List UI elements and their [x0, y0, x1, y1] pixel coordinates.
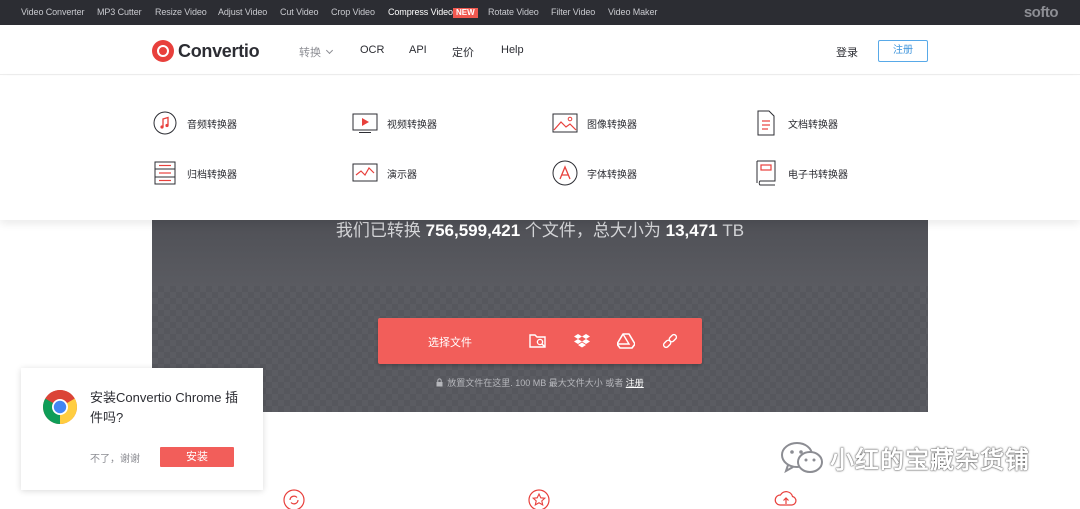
nav-ocr[interactable]: OCR	[360, 44, 384, 56]
popup-message: 安装Convertio Chrome 插件吗?	[90, 390, 239, 425]
topbar-link-rotate-video[interactable]: Rotate Video	[488, 7, 539, 17]
register-button[interactable]: 注册	[878, 40, 928, 62]
star-icon	[528, 489, 550, 509]
video-icon	[352, 110, 378, 136]
main-nav: Convertio 转换 OCR API 定价 Help 登录 注册	[0, 25, 1080, 75]
drop-hint: 放置文件在这里. 100 MB 最大文件大小 或者 注册	[152, 376, 928, 389]
menu-item-label: 视频转换器	[387, 119, 437, 131]
watermark: 小红的宝藏杂货铺	[780, 440, 1030, 475]
menu-item-font[interactable]: 字体转换器	[552, 160, 637, 186]
refresh-icon	[283, 489, 305, 509]
archive-icon	[152, 160, 178, 186]
menu-item-label: 演示器	[387, 169, 417, 181]
new-badge: NEW	[453, 8, 478, 18]
hero-section: 我们已转换 756,599,421 个文件，总大小为 13,471 TB 选择文…	[152, 200, 928, 412]
chrome-extension-popup: 安装Convertio Chrome 插件吗? 不了，谢谢 安装	[21, 368, 263, 490]
logo-text: Convertio	[178, 40, 260, 61]
menu-item-archive[interactable]: 归档转换器	[152, 160, 237, 186]
menu-item-audio[interactable]: 音频转换器	[152, 110, 237, 136]
menu-item-label: 图像转换器	[587, 119, 637, 131]
drop-hint-text: 放置文件在这里. 100 MB 最大文件大小 或者	[447, 378, 624, 388]
login-link[interactable]: 登录	[836, 44, 858, 60]
topbar-link-compress-video[interactable]: Compress Video	[388, 7, 453, 17]
choose-files-button[interactable]: 选择文件	[428, 334, 472, 350]
nav-api[interactable]: API	[409, 44, 427, 56]
nav-pricing[interactable]: 定价	[452, 44, 474, 60]
converter-dropdown-menu: 音频转换器 视频转换器 图像转换器 文档转换器 归档转换器 演示器 字体转换器 …	[0, 76, 1080, 220]
topbar-link-video-maker[interactable]: Video Maker	[608, 7, 657, 17]
menu-item-image[interactable]: 图像转换器	[552, 110, 637, 136]
menu-item-label: 字体转换器	[587, 169, 637, 181]
menu-item-label: 音频转换器	[187, 119, 237, 131]
topbar-link-mp3-cutter[interactable]: MP3 Cutter	[97, 7, 142, 17]
topbar-link-crop-video[interactable]: Crop Video	[331, 7, 375, 17]
topbar-link-adjust-video[interactable]: Adjust Video	[218, 7, 267, 17]
total-size: 13,471	[665, 221, 718, 240]
menu-item-ebook[interactable]: 电子书转换器	[753, 160, 848, 186]
files-count: 756,599,421	[425, 221, 521, 240]
top-bar: Video Converter MP3 Cutter Resize Video …	[0, 0, 1080, 25]
presentation-icon	[352, 160, 378, 186]
stats-middle: 个文件，总大小为	[524, 221, 661, 240]
wechat-icon	[781, 441, 823, 473]
ebook-icon	[753, 160, 779, 186]
menu-item-document[interactable]: 文档转换器	[753, 110, 838, 136]
stats-prefix: 我们已转换	[335, 221, 421, 240]
install-button[interactable]: 安装	[160, 447, 234, 467]
menu-item-label: 文档转换器	[788, 119, 838, 131]
softo-logo[interactable]: softo	[1024, 4, 1059, 21]
nav-convert-label: 转换	[299, 47, 321, 59]
upload-bar: 选择文件	[378, 318, 702, 364]
google-drive-icon[interactable]	[616, 331, 636, 351]
lock-icon	[436, 378, 443, 387]
hint-register-link[interactable]: 注册	[626, 378, 644, 388]
topbar-link-resize-video[interactable]: Resize Video	[155, 7, 207, 17]
nav-help[interactable]: Help	[501, 44, 524, 56]
cloud-upload-icon	[774, 491, 797, 506]
topbar-link-filter-video[interactable]: Filter Video	[551, 7, 595, 17]
nav-convert-dropdown[interactable]: 转换	[299, 44, 334, 60]
menu-item-label: 归档转换器	[187, 169, 237, 181]
font-icon	[552, 160, 578, 186]
decline-link[interactable]: 不了，谢谢	[90, 450, 140, 465]
menu-item-video[interactable]: 视频转换器	[352, 110, 437, 136]
image-icon	[552, 110, 578, 136]
dropbox-icon[interactable]	[572, 331, 592, 351]
topbar-link-cut-video[interactable]: Cut Video	[280, 7, 319, 17]
menu-item-presentation[interactable]: 演示器	[352, 160, 417, 186]
convertio-logo[interactable]: Convertio	[152, 39, 260, 63]
document-icon	[753, 110, 779, 136]
audio-icon	[152, 110, 178, 136]
url-link-icon[interactable]	[660, 331, 680, 351]
folder-search-icon[interactable]	[528, 331, 548, 351]
chrome-icon	[42, 389, 78, 425]
chevron-down-icon	[325, 46, 334, 55]
convertio-logo-icon	[152, 40, 174, 62]
watermark-text: 小红的宝藏杂货铺	[830, 447, 1030, 474]
size-unit: TB	[722, 221, 745, 240]
drop-zone[interactable]: 选择文件 放置文件在这里. 100 MB 最大文件大小 或者 注册	[152, 286, 928, 412]
menu-item-label: 电子书转换器	[788, 169, 848, 181]
topbar-link-video-converter[interactable]: Video Converter	[21, 7, 84, 17]
